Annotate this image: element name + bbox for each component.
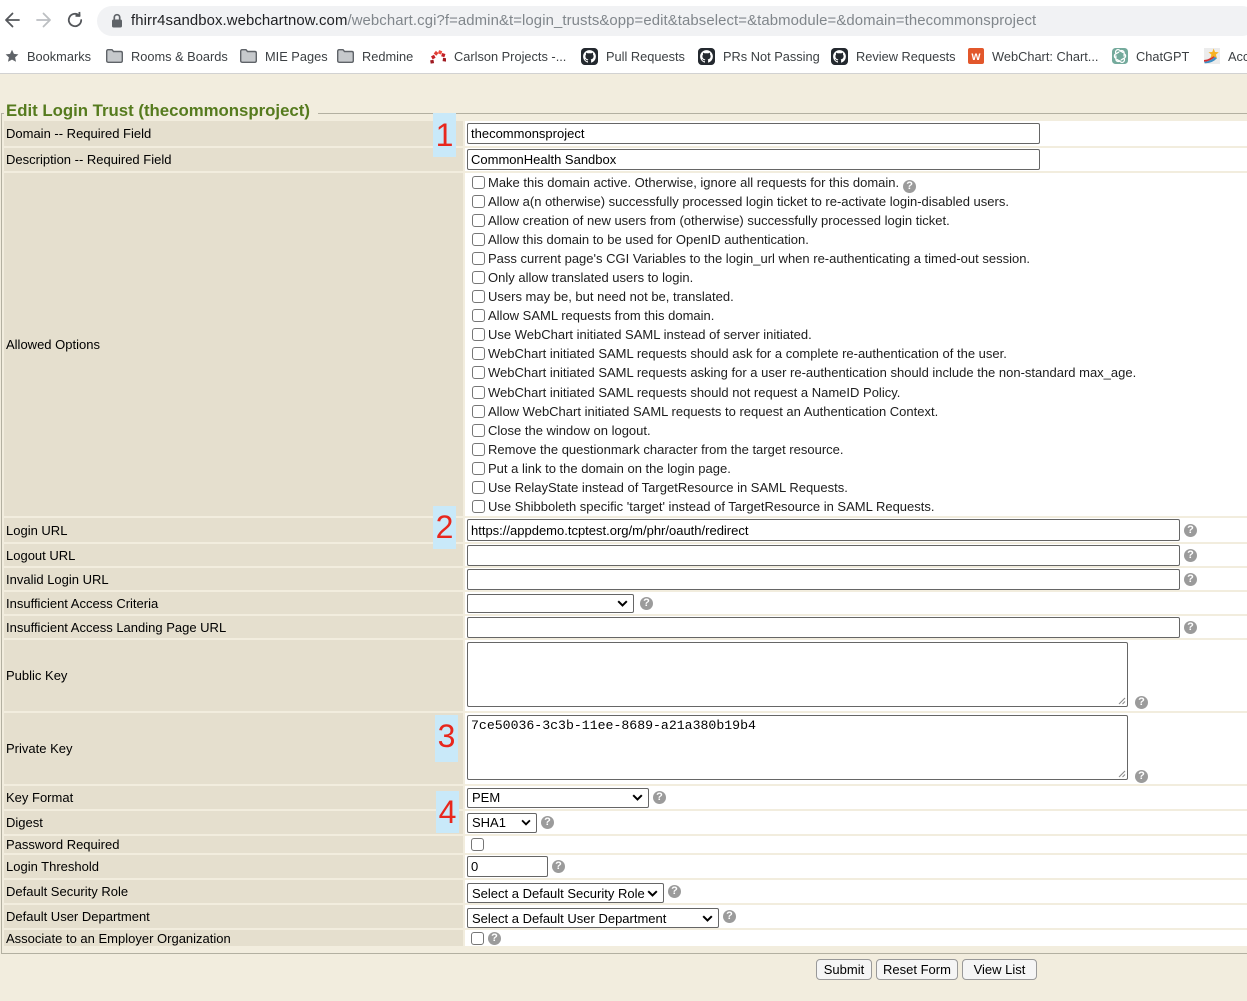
svg-text:w: w [971, 51, 981, 63]
